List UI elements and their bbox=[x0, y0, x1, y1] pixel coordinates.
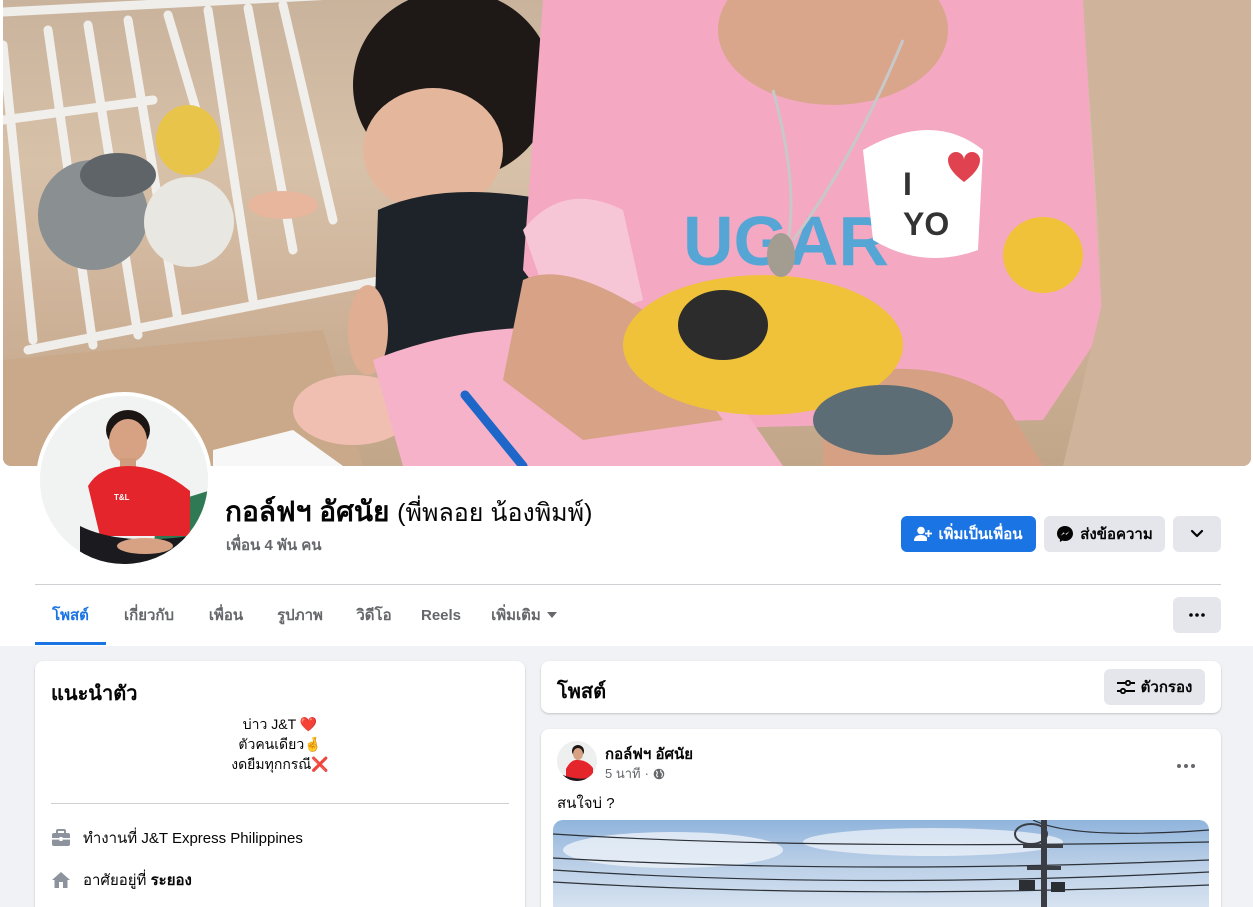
tab-label: เพื่อน bbox=[208, 607, 244, 624]
more-icon bbox=[1189, 613, 1205, 617]
post-meta: 5 นาที · bbox=[605, 763, 665, 784]
svg-text:I: I bbox=[903, 166, 912, 202]
person-add-icon bbox=[914, 526, 933, 541]
message-button[interactable]: ส่งข้อความ bbox=[1044, 516, 1165, 552]
profile-avatar[interactable]: T&L bbox=[36, 392, 212, 568]
add-friend-label: เพิ่มเป็นเพื่อน bbox=[938, 526, 1023, 543]
post-text: สนใจบ่ ? bbox=[557, 795, 615, 812]
bio-line: บ่าว J&T ❤️ bbox=[242, 716, 318, 732]
tabs-more-button[interactable] bbox=[1173, 597, 1221, 633]
lives-place-link[interactable]: ระยอง bbox=[151, 872, 192, 889]
tab-label: วิดีโอ bbox=[356, 607, 392, 624]
add-friend-button[interactable]: เพิ่มเป็นเพื่อน bbox=[901, 516, 1036, 552]
tab-more[interactable]: เพิ่มเติม bbox=[481, 585, 567, 645]
tab-reels[interactable]: Reels bbox=[415, 585, 467, 645]
work-prefix: ทำงานที่ bbox=[83, 830, 142, 847]
post-card: กอล์ฟฯ อัศนัย 5 นาที · สนใจบ่ ? bbox=[541, 729, 1221, 907]
filter-label: ตัวกรอง bbox=[1140, 679, 1193, 696]
tab-label: โพสต์ bbox=[52, 607, 89, 624]
intro-card: แนะนำตัว บ่าว J&T ❤️ ตัวคนเดียว🤞 งดยืมทุ… bbox=[35, 661, 525, 907]
work-place-link[interactable]: J&T Express Philippines bbox=[141, 830, 302, 847]
tab-posts[interactable]: โพสต์ bbox=[35, 585, 106, 645]
meta-separator: · bbox=[644, 766, 649, 781]
bio-line: ตัวคนเดียว🤞 bbox=[238, 736, 322, 752]
svg-text:T&L: T&L bbox=[114, 493, 130, 502]
intro-title: แนะนำตัว bbox=[51, 683, 138, 705]
caret-down-icon bbox=[546, 612, 557, 618]
posts-title: โพสต์ bbox=[557, 681, 607, 703]
profile-display-name: กอล์ฟฯ อัศนัย bbox=[225, 496, 390, 527]
chevron-down-icon bbox=[1190, 529, 1204, 538]
message-label: ส่งข้อความ bbox=[1080, 526, 1153, 543]
friend-count[interactable]: เพื่อน 4 พัน คน bbox=[226, 533, 322, 557]
active-tab-indicator bbox=[35, 642, 106, 645]
messenger-icon bbox=[1057, 526, 1074, 542]
tab-about[interactable]: เกี่ยวกับ bbox=[113, 585, 185, 645]
home-icon bbox=[52, 872, 70, 888]
tab-label: เพิ่มเติม bbox=[491, 607, 541, 624]
post-time[interactable]: 5 นาที bbox=[605, 763, 641, 784]
post-options-button[interactable] bbox=[1177, 755, 1195, 773]
tab-label: เกี่ยวกับ bbox=[123, 607, 175, 624]
posts-header-card: โพสต์ ตัวกรอง bbox=[541, 661, 1221, 713]
profile-name: กอล์ฟฯ อัศนัย (พี่พลอย น้องพิมพ์) bbox=[225, 490, 592, 534]
svg-text:YO: YO bbox=[903, 206, 949, 242]
bio-line: งดยืมทุกกรณี❌ bbox=[231, 756, 329, 772]
globe-icon[interactable] bbox=[653, 768, 665, 780]
filter-icon bbox=[1116, 680, 1135, 694]
post-photo[interactable] bbox=[553, 820, 1209, 907]
intro-divider bbox=[51, 803, 509, 804]
work-info: ทำงานที่ J&T Express Philippines bbox=[51, 826, 303, 850]
cover-photo-image: UGAR I YO bbox=[3, 0, 1251, 466]
profile-avatar-image: T&L bbox=[40, 396, 208, 564]
location-info: อาศัยอยู่ที่ ระยอง bbox=[51, 868, 192, 892]
profile-options-button[interactable] bbox=[1173, 516, 1221, 552]
filter-button[interactable]: ตัวกรอง bbox=[1104, 669, 1205, 705]
tab-videos[interactable]: วิดีโอ bbox=[347, 585, 401, 645]
lives-prefix: อาศัยอยู่ที่ bbox=[83, 872, 151, 889]
profile-alternate-name: (พี่พลอย น้องพิมพ์) bbox=[397, 499, 593, 527]
tab-label: Reels bbox=[420, 606, 462, 624]
post-author-avatar[interactable] bbox=[557, 741, 597, 781]
tab-friends[interactable]: เพื่อน bbox=[198, 585, 254, 645]
briefcase-icon bbox=[52, 829, 70, 846]
post-photo-image bbox=[553, 820, 1209, 907]
tab-label: รูปภาพ bbox=[277, 607, 323, 624]
tab-photos[interactable]: รูปภาพ bbox=[267, 585, 333, 645]
more-icon bbox=[1177, 764, 1195, 768]
cover-photo[interactable]: UGAR I YO bbox=[3, 0, 1251, 466]
